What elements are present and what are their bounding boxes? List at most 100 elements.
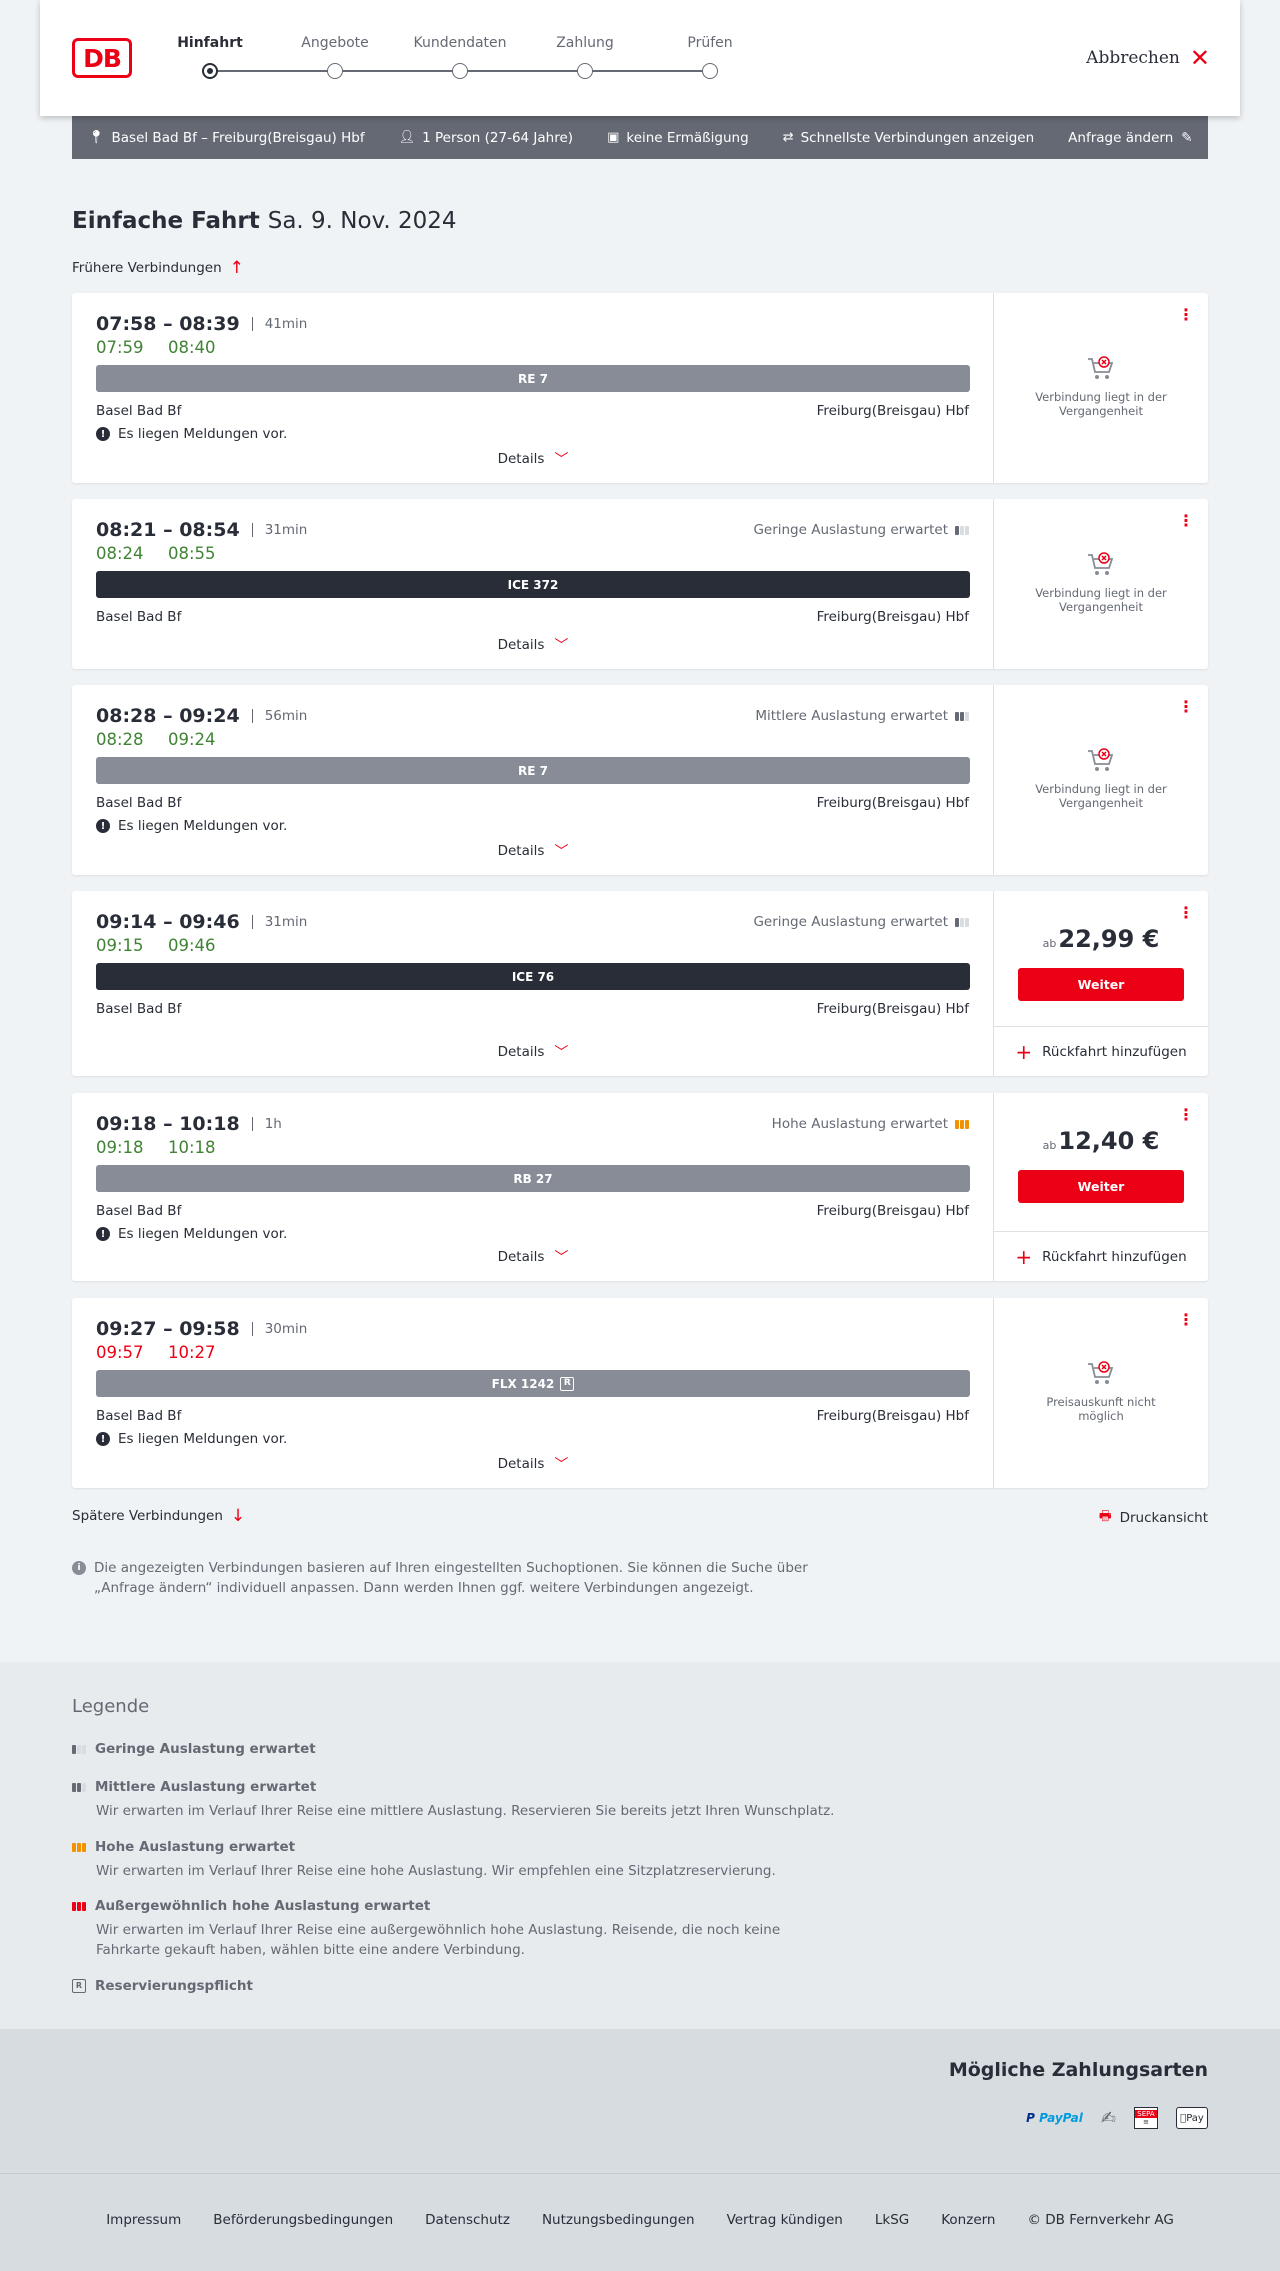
details-label: Details [497, 637, 545, 653]
train-bar[interactable]: RB 27 [96, 1165, 970, 1192]
occupancy-indicator: Hohe Auslastung erwartet [772, 1116, 969, 1132]
step-label[interactable]: Kundendaten [413, 35, 506, 51]
connection-times: 07:58 – 08:39 41min [96, 313, 307, 335]
connection-main[interactable]: 09:14 – 09:46 31min 09:15 09:46 Geringe Ausl… [72, 891, 994, 1076]
later-label: Spätere Verbindungen [72, 1508, 223, 1524]
cancel-button[interactable]: Abbrechen ✕ [1086, 46, 1210, 70]
footer-link: © DB Fernverkehr AG [1027, 2212, 1174, 2228]
connection-card[interactable]: 08:28 – 09:24 56min 08:28 09:24 Mittlere Aus… [72, 685, 1208, 875]
details-toggle[interactable]: Details ﹀ [72, 1042, 994, 1062]
step-label[interactable]: Hinfahrt [177, 35, 243, 51]
continue-button[interactable]: Weiter [1018, 968, 1184, 1001]
offer-panel: ⋮ Verbindung liegt in der Vergangenheit [994, 293, 1208, 483]
connection-card[interactable]: 09:14 – 09:46 31min 09:15 09:46 Geringe Ausl… [72, 891, 1208, 1076]
search-info-note: i Die angezeigten Verbindungen basieren a… [72, 1558, 852, 1598]
connection-card[interactable]: 08:21 – 08:54 31min 08:24 08:55 Geringe Ausl… [72, 499, 1208, 669]
connection-card[interactable]: 09:27 – 09:58 30min 09:57 10:27 FLX 1242 R Bas… [72, 1298, 1208, 1488]
footer-link[interactable]: Datenschutz [425, 2212, 510, 2228]
step-label[interactable]: Prüfen [687, 35, 732, 51]
reservation-icon: R [72, 1979, 86, 1993]
details-toggle[interactable]: Details ﹀ [72, 635, 994, 655]
details-toggle[interactable]: Details ﹀ [72, 1247, 994, 1267]
details-label: Details [497, 1456, 545, 1472]
note-text: Es liegen Meldungen vor. [118, 426, 288, 442]
connection-card[interactable]: 07:58 – 08:39 41min 07:59 08:40 RE 7 Basel Ba… [72, 293, 1208, 483]
sepa-label: SEPA [1135, 2110, 1157, 2118]
step-dot[interactable] [202, 63, 218, 79]
sepa-icon: SEPA ≡ [1134, 2107, 1158, 2129]
details-toggle[interactable]: Details ﹀ [72, 449, 994, 469]
persons-text: 1 Person (27-64 Jahre) [422, 129, 574, 146]
occupancy-indicator: Geringe Auslastung erwartet [753, 914, 969, 930]
step-dot[interactable] [327, 63, 343, 79]
connection-main[interactable]: 09:18 – 10:18 1h 09:18 10:18 Hohe Auslastung… [72, 1093, 994, 1281]
realtime-times: 08:24 08:55 [96, 544, 216, 563]
connection-main[interactable]: 09:27 – 09:58 30min 09:57 10:27 FLX 1242 R Bas… [72, 1298, 994, 1488]
duration: 30min [251, 1322, 307, 1336]
footer-link[interactable]: Impressum [106, 2212, 181, 2228]
unavailable-text: Preisauskunft nicht möglich [1046, 1395, 1156, 1423]
db-logo[interactable]: DB [72, 38, 132, 78]
train-bar[interactable]: FLX 1242 R [96, 1370, 970, 1397]
step-label[interactable]: Zahlung [556, 35, 614, 51]
destination-station: Freiburg(Breisgau) Hbf [816, 1203, 969, 1219]
train-bar[interactable]: ICE 76 [96, 963, 970, 990]
legend-item-reservation: R Reservierungspflicht [72, 1978, 872, 1994]
unavailable-text: Verbindung liegt in der Vergangenheit [1035, 782, 1167, 810]
more-options-icon[interactable]: ⋮ [1178, 699, 1194, 715]
planned-times: 08:28 – 09:24 [96, 705, 240, 727]
unavailable-text: Verbindung liegt in der Vergangenheit [1035, 390, 1167, 418]
legend-item-desc: Wir erwarten im Verlauf Ihrer Reise eine… [96, 1863, 776, 1879]
train-bar[interactable]: ICE 372 [96, 571, 970, 598]
footer-link[interactable]: LkSG [875, 2212, 909, 2228]
add-return-button[interactable]: + Rückfahrt hinzufügen [994, 1026, 1208, 1076]
occupancy-text: Geringe Auslastung erwartet [753, 522, 948, 538]
connection-main[interactable]: 08:21 – 08:54 31min 08:24 08:55 Geringe Ausl… [72, 499, 994, 669]
print-view-link[interactable]: 🖶 Druckansicht [1099, 1506, 1208, 1529]
step-dot[interactable] [577, 63, 593, 79]
change-query-label: Anfrage ändern [1068, 129, 1174, 146]
legend-item-title: Hohe Auslastung erwartet [95, 1839, 296, 1855]
low-load-icon [72, 1744, 86, 1754]
connection-main[interactable]: 07:58 – 08:39 41min 07:59 08:40 RE 7 Basel Ba… [72, 293, 994, 483]
more-options-icon[interactable]: ⋮ [1178, 1312, 1194, 1328]
train-bar[interactable]: RE 7 [96, 365, 970, 392]
destination-station: Freiburg(Breisgau) Hbf [816, 795, 969, 811]
train-name: RB 27 [513, 1171, 553, 1186]
details-toggle[interactable]: Details ﹀ [72, 841, 994, 861]
footer-link[interactable]: Vertrag kündigen [727, 2212, 843, 2228]
add-return-button[interactable]: + Rückfahrt hinzufügen [994, 1231, 1208, 1281]
later-connections-link[interactable]: Spätere Verbindungen ↓ [72, 1506, 245, 1526]
step-label[interactable]: Angebote [301, 35, 369, 51]
origin-station: Basel Bad Bf [96, 1001, 182, 1017]
connection-card[interactable]: 09:18 – 10:18 1h 09:18 10:18 Hohe Auslastung… [72, 1093, 1208, 1281]
more-options-icon[interactable]: ⋮ [1178, 513, 1194, 529]
info-icon: i [72, 1561, 86, 1575]
train-name: FLX 1242 [491, 1376, 555, 1391]
train-name: RE 7 [518, 371, 548, 386]
more-options-icon[interactable]: ⋮ [1178, 905, 1194, 921]
info-text: Die angezeigten Verbindungen basieren au… [94, 1560, 808, 1596]
connection-main[interactable]: 08:28 – 09:24 56min 08:28 09:24 Mittlere Aus… [72, 685, 994, 875]
legend-item-title: Reservierungspflicht [95, 1978, 253, 1994]
details-label: Details [497, 1249, 545, 1265]
load-icon [955, 917, 969, 927]
legend-item-high: Hohe Auslastung erwartet Wir erwarten im … [72, 1839, 872, 1881]
footer-link[interactable]: Beförderungsbedingungen [213, 2212, 393, 2228]
cart-unavailable-icon [1085, 354, 1117, 382]
step-dot[interactable] [452, 63, 468, 79]
change-query-button[interactable]: Anfrage ändern ✎ [1068, 130, 1192, 146]
chevron-down-icon: ﹀ [554, 1250, 569, 1266]
footer-link[interactable]: Nutzungsbedingungen [542, 2212, 695, 2228]
planned-times: 08:21 – 08:54 [96, 519, 240, 541]
more-options-icon[interactable]: ⋮ [1178, 307, 1194, 323]
step-dot[interactable] [702, 63, 718, 79]
details-toggle[interactable]: Details ﹀ [72, 1454, 994, 1474]
train-bar[interactable]: RE 7 [96, 757, 970, 784]
earlier-connections-link[interactable]: Frühere Verbindungen ↑ [72, 258, 244, 278]
duration: 31min [251, 915, 307, 929]
more-options-icon[interactable]: ⋮ [1178, 1107, 1194, 1123]
footer-link[interactable]: Konzern [941, 2212, 995, 2228]
alert-icon: ! [96, 1432, 110, 1446]
continue-button[interactable]: Weiter [1018, 1170, 1184, 1203]
